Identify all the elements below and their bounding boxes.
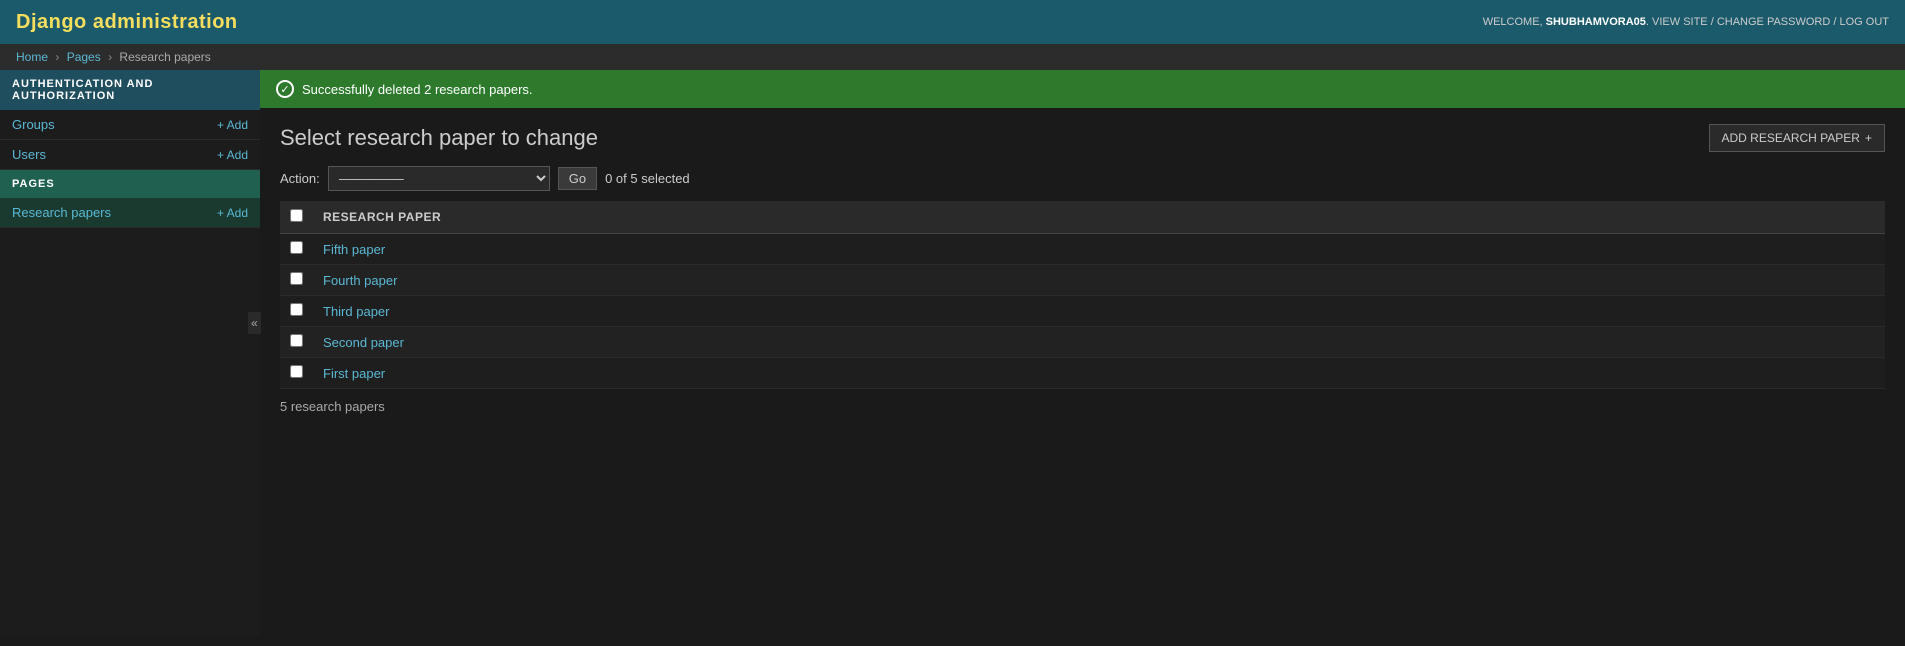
row-checkbox-cell: [280, 234, 313, 265]
sidebar: AUTHENTICATION AND AUTHORIZATION Groups …: [0, 70, 260, 636]
select-all-column: [280, 201, 313, 234]
row-link[interactable]: Second paper: [323, 335, 404, 350]
header: Django administration WELCOME, SHUBHAMVO…: [0, 0, 1905, 44]
content: Select research paper to change ADD RESE…: [260, 108, 1905, 430]
table-row: First paper: [280, 358, 1885, 389]
add-users-link[interactable]: + Add: [217, 148, 248, 162]
add-research-paper-button[interactable]: ADD RESEARCH PAPER +: [1709, 124, 1886, 152]
change-password-link[interactable]: CHANGE PASSWORD: [1717, 16, 1830, 28]
breadcrumb-separator-1: ›: [55, 50, 59, 64]
research-paper-column-header: RESEARCH PAPER: [313, 201, 1885, 234]
success-icon: ✓: [276, 80, 294, 98]
sidebar-item-groups: Groups + Add: [0, 110, 260, 140]
row-name-cell: Second paper: [313, 327, 1885, 358]
breadcrumb: Home › Pages › Research papers: [0, 44, 1905, 70]
add-research-papers-link[interactable]: + Add: [217, 206, 248, 220]
groups-link[interactable]: Groups: [12, 117, 55, 132]
row-checkbox[interactable]: [290, 303, 303, 316]
user-tools: WELCOME, SHUBHAMVORA05. VIEW SITE / CHAN…: [1483, 16, 1889, 28]
table-header: RESEARCH PAPER: [280, 201, 1885, 234]
row-checkbox[interactable]: [290, 241, 303, 254]
table-body: Fifth paper Fourth paper: [280, 234, 1885, 389]
sidebar-item-users: Users + Add: [0, 140, 260, 170]
row-checkbox[interactable]: [290, 365, 303, 378]
row-link[interactable]: Third paper: [323, 304, 389, 319]
add-research-paper-icon: +: [1865, 131, 1872, 145]
breadcrumb-home[interactable]: Home: [16, 50, 48, 64]
content-wrapper: ✓ Successfully deleted 2 research papers…: [260, 70, 1905, 636]
add-research-paper-label: ADD RESEARCH PAPER: [1722, 131, 1860, 145]
breadcrumb-current: Research papers: [119, 50, 210, 64]
row-link[interactable]: Fifth paper: [323, 242, 385, 257]
row-name-cell: Fifth paper: [313, 234, 1885, 265]
action-select[interactable]: ————— Delete selected research papers: [328, 166, 550, 191]
row-checkbox-cell: [280, 358, 313, 389]
action-label: Action:: [280, 171, 320, 186]
selected-count: 0 of 5 selected: [605, 171, 690, 186]
research-papers-link[interactable]: Research papers: [12, 205, 111, 220]
row-link[interactable]: Fourth paper: [323, 273, 397, 288]
result-table: RESEARCH PAPER Fifth paper: [280, 201, 1885, 389]
row-checkbox[interactable]: [290, 334, 303, 347]
page-title: Select research paper to change: [280, 125, 598, 151]
welcome-text: WELCOME,: [1483, 16, 1543, 28]
table-row: Fifth paper: [280, 234, 1885, 265]
add-groups-link[interactable]: + Add: [217, 118, 248, 132]
breadcrumb-pages[interactable]: Pages: [67, 50, 101, 64]
users-link[interactable]: Users: [12, 147, 46, 162]
row-name-cell: First paper: [313, 358, 1885, 389]
table-row: Third paper: [280, 296, 1885, 327]
content-header: Select research paper to change ADD RESE…: [280, 124, 1885, 152]
success-message: ✓ Successfully deleted 2 research papers…: [260, 70, 1905, 108]
select-all-checkbox[interactable]: [290, 209, 303, 222]
view-site-link[interactable]: VIEW SITE: [1652, 16, 1708, 28]
main-wrapper: AUTHENTICATION AND AUTHORIZATION Groups …: [0, 70, 1905, 636]
actions-bar: Action: ————— Delete selected research p…: [280, 166, 1885, 191]
row-checkbox[interactable]: [290, 272, 303, 285]
row-checkbox-cell: [280, 327, 313, 358]
go-button[interactable]: Go: [558, 167, 597, 190]
row-name-cell: Third paper: [313, 296, 1885, 327]
table-header-row: RESEARCH PAPER: [280, 201, 1885, 234]
sidebar-pages-header: PAGES: [0, 170, 260, 198]
sidebar-auth-header: AUTHENTICATION AND AUTHORIZATION: [0, 70, 260, 110]
nav-toggle-button[interactable]: «: [248, 312, 261, 334]
site-title: Django administration: [16, 11, 238, 34]
result-count: 5 research papers: [280, 399, 1885, 414]
sidebar-item-research-papers: Research papers + Add: [0, 198, 260, 228]
row-checkbox-cell: [280, 296, 313, 327]
row-name-cell: Fourth paper: [313, 265, 1885, 296]
success-text: Successfully deleted 2 research papers.: [302, 82, 533, 97]
row-link[interactable]: First paper: [323, 366, 385, 381]
table-row: Fourth paper: [280, 265, 1885, 296]
table-row: Second paper: [280, 327, 1885, 358]
logout-link[interactable]: LOG OUT: [1839, 16, 1889, 28]
username: SHUBHAMVORA05: [1546, 16, 1646, 28]
row-checkbox-cell: [280, 265, 313, 296]
breadcrumb-separator-2: ›: [108, 50, 112, 64]
